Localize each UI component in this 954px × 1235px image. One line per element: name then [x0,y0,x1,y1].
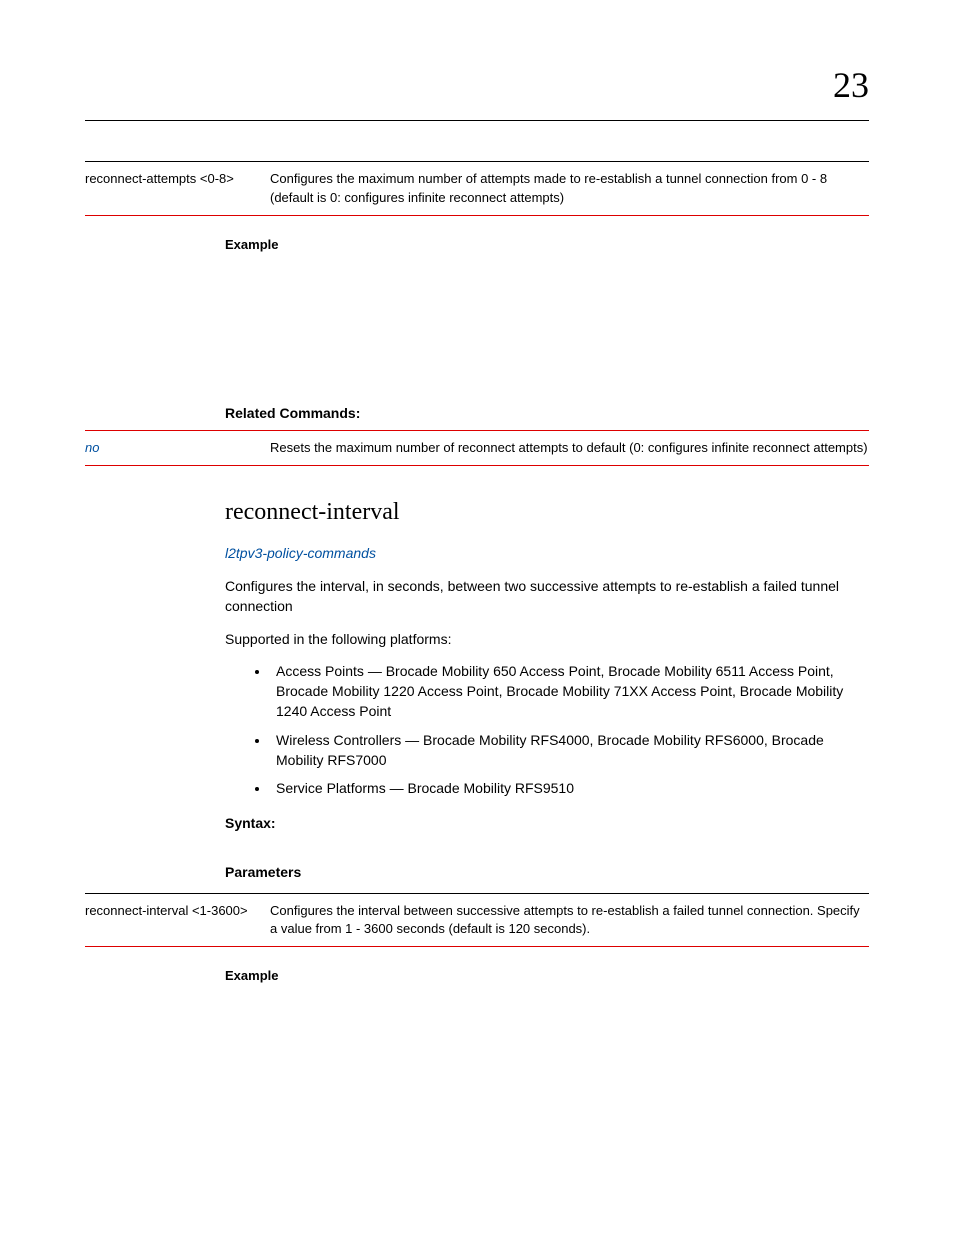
parameters-heading: Parameters [225,863,869,883]
param-desc-cell: Configures the interval between successi… [270,893,869,946]
command-description: Configures the interval, in seconds, bet… [225,576,869,617]
parameters-table-2: reconnect-interval <1-3600> Configures t… [85,893,869,947]
list-item: Service Platforms — Brocade Mobility RFS… [270,778,869,798]
example-heading-1: Example [225,236,869,254]
no-command-link[interactable]: no [85,440,99,455]
parameters-table-1: reconnect-attempts <0-8> Configures the … [85,161,869,215]
supported-platforms-label: Supported in the following platforms: [225,629,869,649]
table-row: reconnect-interval <1-3600> Configures t… [85,893,869,946]
platforms-list: Access Points — Brocade Mobility 650 Acc… [270,661,869,799]
param-desc-cell: Configures the maximum number of attempt… [270,162,869,215]
policy-commands-link-container: l2tpv3-policy-commands [225,544,869,564]
related-command-name: no [85,430,270,465]
related-commands-table: no Resets the maximum number of reconnec… [85,430,869,466]
command-title: reconnect-interval [225,496,869,530]
table-row: reconnect-attempts <0-8> Configures the … [85,162,869,215]
example-heading-2: Example [225,967,869,985]
param-name-cell: reconnect-attempts <0-8> [85,162,270,215]
table-row: no Resets the maximum number of reconnec… [85,430,869,465]
related-commands-heading: Related Commands: [225,404,869,424]
header-rule [85,120,869,121]
syntax-heading: Syntax: [225,814,869,834]
policy-commands-link[interactable]: l2tpv3-policy-commands [225,545,376,561]
related-command-desc: Resets the maximum number of reconnect a… [270,430,869,465]
list-item: Access Points — Brocade Mobility 650 Acc… [270,661,869,722]
param-name-cell: reconnect-interval <1-3600> [85,893,270,946]
chapter-number: 23 [85,60,869,110]
list-item: Wireless Controllers — Brocade Mobility … [270,730,869,771]
